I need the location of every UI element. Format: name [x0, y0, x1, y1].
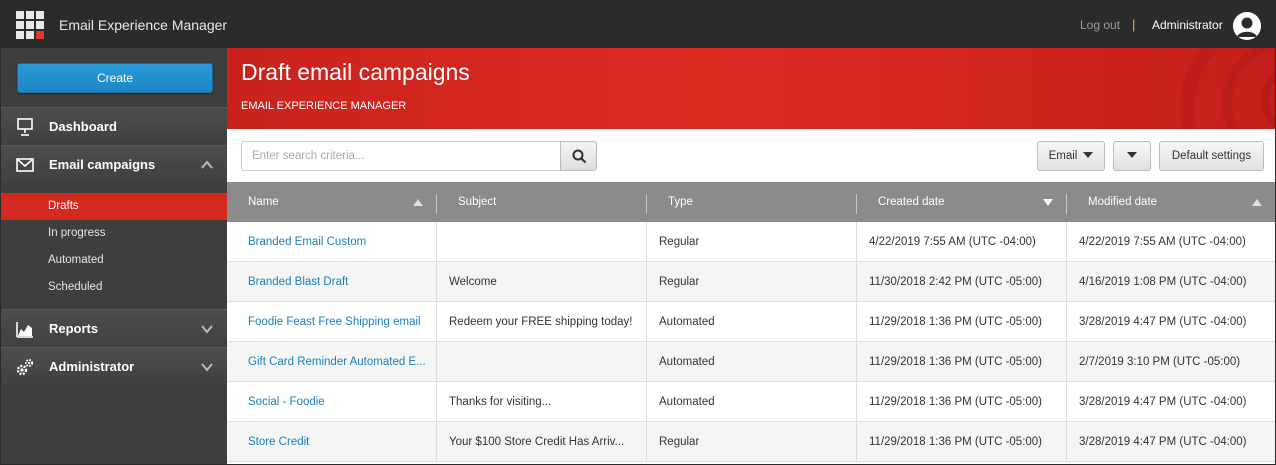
- topbar-separator: |: [1132, 17, 1136, 32]
- column-divider: [856, 194, 857, 214]
- column-divider: [646, 194, 647, 214]
- column-header-name[interactable]: Name: [236, 182, 436, 222]
- presentation-board-icon: [17, 118, 33, 136]
- sort-ascending-icon[interactable]: [413, 199, 423, 206]
- sidebar-subitem-scheduled[interactable]: Scheduled: [1, 274, 227, 301]
- cell-created-date: 11/29/2018 1:36 PM (UTC -05:00): [857, 382, 1067, 422]
- table-row[interactable]: Foodie Feast Free Shipping email Redeem …: [227, 302, 1275, 342]
- app-title: Email Experience Manager: [59, 17, 228, 33]
- default-settings-button[interactable]: Default settings: [1159, 141, 1264, 171]
- cell-type: Regular: [647, 222, 857, 262]
- column-divider: [1066, 194, 1067, 214]
- cell-subject: Welcome: [437, 262, 647, 302]
- sidebar-item-dashboard[interactable]: Dashboard: [1, 107, 227, 145]
- table-row[interactable]: Social - Foodie Thanks for visiting... A…: [227, 382, 1275, 422]
- cell-type: Automated: [647, 382, 857, 422]
- chevron-up-icon[interactable]: [200, 158, 214, 172]
- campaigns-table: Name Subject Type Created date Modified …: [227, 182, 1275, 464]
- sidebar-item-email-campaigns[interactable]: Email campaigns: [1, 145, 227, 183]
- cell-modified-date: 4/16/2019 1:08 PM (UTC -04:00): [1079, 276, 1247, 288]
- create-button[interactable]: Create: [17, 63, 213, 93]
- sort-ascending-icon[interactable]: [1252, 199, 1262, 206]
- campaign-name-link[interactable]: Store Credit: [236, 422, 437, 462]
- cell-modified-date: 3/28/2019 4:47 PM (UTC -04:00): [1079, 436, 1247, 448]
- campaign-name-link[interactable]: Branded Blast Draft: [236, 262, 437, 302]
- cell-created-date: 4/22/2019 7:55 AM (UTC -04:00): [857, 222, 1067, 262]
- cell-subject: Thanks for visiting...: [437, 382, 647, 422]
- table-row[interactable]: Branded Email Custom Regular 4/22/2019 7…: [227, 222, 1275, 262]
- column-header-modified-date[interactable]: Modified date: [1076, 182, 1275, 222]
- cell-type: Automated: [647, 302, 857, 342]
- sidebar-subitem-drafts[interactable]: Drafts: [1, 193, 227, 220]
- search-input[interactable]: [241, 141, 561, 171]
- avatar[interactable]: [1233, 12, 1261, 40]
- sidebar-item-administrator[interactable]: Administrator: [1, 347, 227, 385]
- cell-subject: Your $100 Store Credit Has Arriv...: [437, 422, 647, 462]
- column-header-type[interactable]: Type: [656, 182, 856, 222]
- sidebar-subitem-automated[interactable]: Automated: [1, 247, 227, 274]
- cell-subject: [437, 342, 647, 382]
- app-window: Email Experience Manager Log out | Admin…: [0, 0, 1276, 465]
- campaign-name-link[interactable]: Foodie Feast Free Shipping email: [236, 302, 437, 342]
- sidebar-item-label: Reports: [49, 321, 99, 336]
- page-subtitle: EMAIL EXPERIENCE MANAGER: [241, 100, 407, 112]
- cell-subject: [437, 222, 647, 262]
- sidebar-item-label: Email campaigns: [49, 157, 156, 172]
- chevron-down-icon[interactable]: [200, 360, 214, 374]
- campaign-name-link[interactable]: Branded Email Custom: [236, 222, 437, 262]
- envelope-icon: [16, 158, 34, 172]
- sidebar-item-reports[interactable]: Reports: [1, 309, 227, 347]
- cell-created-date: 11/29/2018 1:36 PM (UTC -05:00): [857, 422, 1067, 462]
- cell-created-date: 11/29/2018 1:36 PM (UTC -05:00): [857, 302, 1067, 342]
- cell-modified-date: 3/28/2019 4:47 PM (UTC -04:00): [1079, 316, 1247, 328]
- gears-icon: [16, 359, 33, 376]
- campaign-name-link[interactable]: Social - Foodie: [236, 382, 437, 422]
- cell-subject: Redeem your FREE shipping today!: [437, 302, 647, 342]
- table-row[interactable]: Branded Blast Draft Welcome Regular 11/3…: [227, 262, 1275, 302]
- page-title: Draft email campaigns: [241, 59, 470, 85]
- column-divider: [436, 194, 437, 214]
- search-icon: [572, 149, 587, 164]
- sort-descending-icon[interactable]: [1043, 199, 1053, 206]
- search-button[interactable]: [560, 141, 597, 171]
- column-header-subject[interactable]: Subject: [446, 182, 646, 222]
- cell-modified-date: 3/28/2019 4:47 PM (UTC -04:00): [1079, 396, 1247, 408]
- caret-down-icon: [1083, 151, 1094, 158]
- email-filter-label: Email: [1048, 150, 1078, 162]
- cell-modified-date: 4/22/2019 7:55 AM (UTC -04:00): [1079, 236, 1246, 248]
- column-header-created-date[interactable]: Created date: [866, 182, 1066, 222]
- top-bar: Email Experience Manager Log out | Admin…: [1, 1, 1275, 48]
- more-options-dropdown[interactable]: [1113, 141, 1151, 171]
- table-row[interactable]: Store Credit Your $100 Store Credit Has …: [227, 422, 1275, 462]
- toolbar: Email Default settings: [227, 129, 1275, 182]
- cell-created-date: 11/29/2018 1:36 PM (UTC -05:00): [857, 342, 1067, 382]
- cell-type: Regular: [647, 422, 857, 462]
- sidebar-item-label: Administrator: [49, 359, 135, 374]
- cell-type: Regular: [647, 262, 857, 302]
- campaign-name-link[interactable]: Gift Card Reminder Automated E...: [236, 342, 437, 382]
- page-header-banner: Draft email campaigns EMAIL EXPERIENCE M…: [227, 48, 1275, 129]
- app-launcher-icon[interactable]: [16, 11, 44, 39]
- cell-created-date: 11/30/2018 2:42 PM (UTC -05:00): [857, 262, 1067, 302]
- user-avatar-icon: [1233, 12, 1261, 40]
- sidebar: Create Dashboard Email campaigns Drafts …: [1, 48, 227, 464]
- cell-modified-date: 2/7/2019 3:10 PM (UTC -05:00): [1079, 356, 1241, 368]
- caret-down-icon: [1127, 151, 1137, 158]
- logout-link[interactable]: Log out: [1080, 18, 1120, 32]
- decorative-swirl-icon: [1180, 48, 1275, 129]
- chart-icon: [16, 322, 33, 338]
- sidebar-subitem-in-progress[interactable]: In progress: [1, 220, 227, 247]
- table-header: Name Subject Type Created date Modified …: [227, 182, 1275, 222]
- cell-type: Automated: [647, 342, 857, 382]
- chevron-down-icon[interactable]: [200, 322, 214, 336]
- email-filter-dropdown[interactable]: Email: [1037, 141, 1105, 171]
- sidebar-item-label: Dashboard: [49, 119, 117, 134]
- table-row[interactable]: Gift Card Reminder Automated E... Automa…: [227, 342, 1275, 382]
- user-name[interactable]: Administrator: [1152, 18, 1223, 32]
